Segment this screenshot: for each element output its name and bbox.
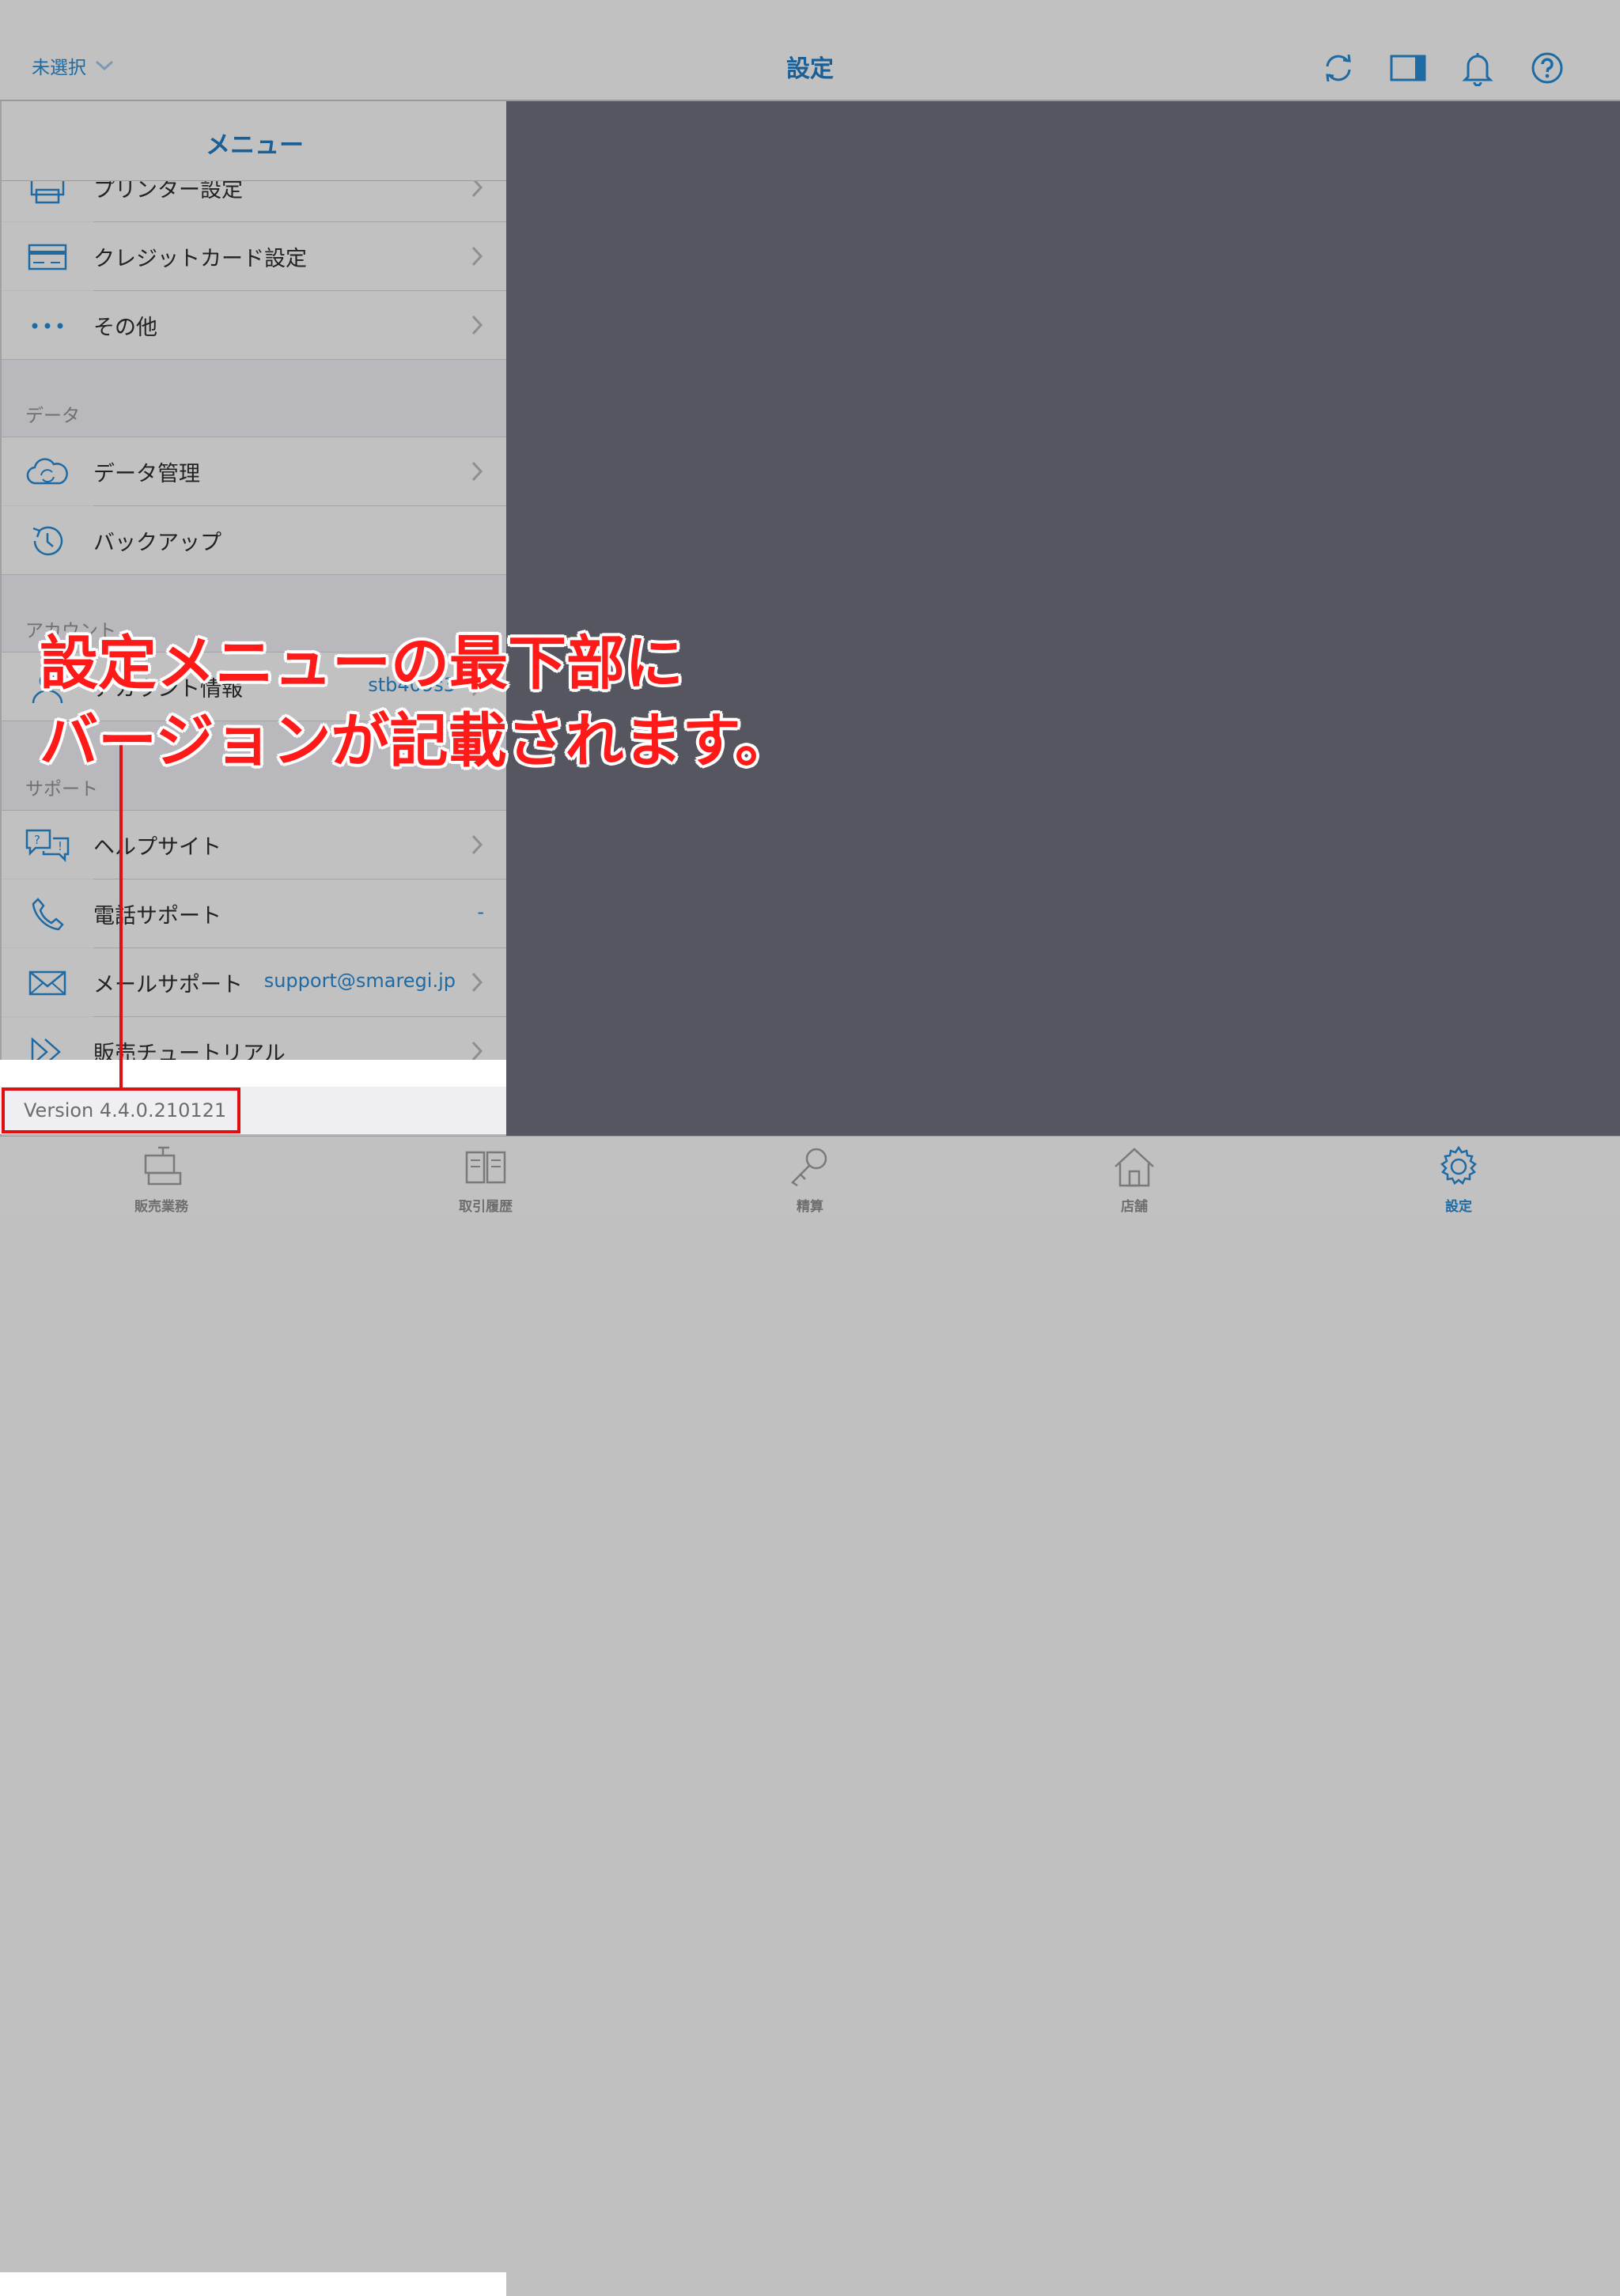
menu-item-label: ヘルプサイト (93, 835, 221, 860)
annotation-line-1: 設定メニューの最下部に (40, 630, 683, 698)
menu-item-mail-support[interactable]: メールサポート support@smaregi.jp (2, 948, 506, 1016)
tab-label: 店舗 (1121, 1199, 1148, 1215)
annotation-pointer-line (119, 743, 123, 1088)
menu-item-label: メールサポート (93, 973, 243, 997)
annotation-line-2: バージョンが記載されます。 (40, 707, 794, 775)
key-icon (791, 1148, 827, 1187)
question-icon (1531, 52, 1563, 84)
more-dots-icon (24, 307, 71, 345)
top-nav-bar: 未選択 設定 (0, 0, 1620, 101)
sync-icon (1326, 54, 1351, 82)
chevron-right-icon (471, 461, 483, 482)
phone-value: - (477, 901, 484, 923)
tab-label: 精算 (797, 1199, 823, 1215)
register-icon (144, 1146, 182, 1186)
menu-item-label: データ管理 (93, 462, 200, 486)
menu-item-help-site[interactable]: ?! ヘルプサイト (2, 811, 506, 879)
menu-item-other[interactable]: その他 (2, 291, 506, 359)
menu-item-credit-card[interactable]: クレジットカード設定 (2, 222, 506, 290)
menu-item-label: 電話サポート (93, 904, 221, 929)
cloud-sync-icon (24, 453, 71, 491)
annotation-callout: 設定メニューの最下部に バージョンが記載されます。 (40, 625, 793, 780)
menu-title: メニュー (206, 131, 304, 160)
menu-item-label: バックアップ (93, 531, 221, 555)
tab-settlement[interactable]: 精算 (731, 1137, 889, 1216)
tab-sales[interactable]: 販売業務 (82, 1137, 240, 1216)
tab-store[interactable]: 店舗 (1055, 1137, 1213, 1216)
menu-item-phone-support[interactable]: 電話サポート - (2, 879, 506, 948)
menu-item-data-management[interactable]: データ管理 (2, 437, 506, 505)
chevron-right-icon (471, 972, 483, 993)
menu-item-label: クレジットカード設定 (93, 247, 307, 271)
history-icon (24, 522, 71, 560)
mail-icon (24, 964, 71, 1002)
phone-icon (24, 895, 71, 933)
bell-icon (1462, 53, 1493, 86)
home-icon (1115, 1148, 1154, 1187)
divider (2, 574, 506, 575)
footer-spacer (0, 2272, 506, 2296)
help-button[interactable] (1525, 46, 1569, 90)
tab-settings[interactable]: 設定 (1380, 1137, 1538, 1216)
menu-item-backup[interactable]: バックアップ (2, 506, 506, 574)
menu-item-label: その他 (93, 316, 157, 340)
mail-value: support@smaregi.jp (263, 970, 456, 992)
page-title: 設定 (786, 55, 834, 83)
svg-text:!: ! (58, 839, 62, 853)
split-view-button[interactable] (1386, 46, 1430, 90)
sync-button[interactable] (1316, 46, 1361, 90)
chevron-right-icon (471, 834, 483, 855)
footer-spacer (0, 1060, 506, 1087)
section-header-data: データ (25, 406, 80, 426)
divider (2, 359, 506, 360)
notification-button[interactable] (1455, 46, 1500, 90)
menu-header: メニュー (2, 101, 506, 181)
version-highlight-box (2, 1087, 240, 1133)
help-chat-icon: ?! (24, 826, 71, 864)
tab-history[interactable]: 取引履歴 (407, 1137, 565, 1216)
settings-menu-sidebar: プリンター設定 クレジットカード設定 その他 メニュー データ データ管理 バッ… (0, 101, 506, 1136)
gear-icon (1440, 1145, 1477, 1185)
chevron-right-icon (471, 315, 483, 335)
detail-pane (506, 101, 1620, 1136)
svg-text:?: ? (34, 833, 40, 847)
chevron-right-icon (471, 246, 483, 267)
tab-label: 取引履歴 (459, 1199, 513, 1215)
book-icon (465, 1151, 506, 1184)
tab-label: 設定 (1445, 1199, 1472, 1215)
split-view-icon (1390, 55, 1426, 81)
bottom-tab-bar: 販売業務 取引履歴 精算 店舗 設定 (0, 1136, 1620, 2296)
tab-label: 販売業務 (134, 1199, 188, 1215)
credit-card-icon (24, 238, 71, 276)
